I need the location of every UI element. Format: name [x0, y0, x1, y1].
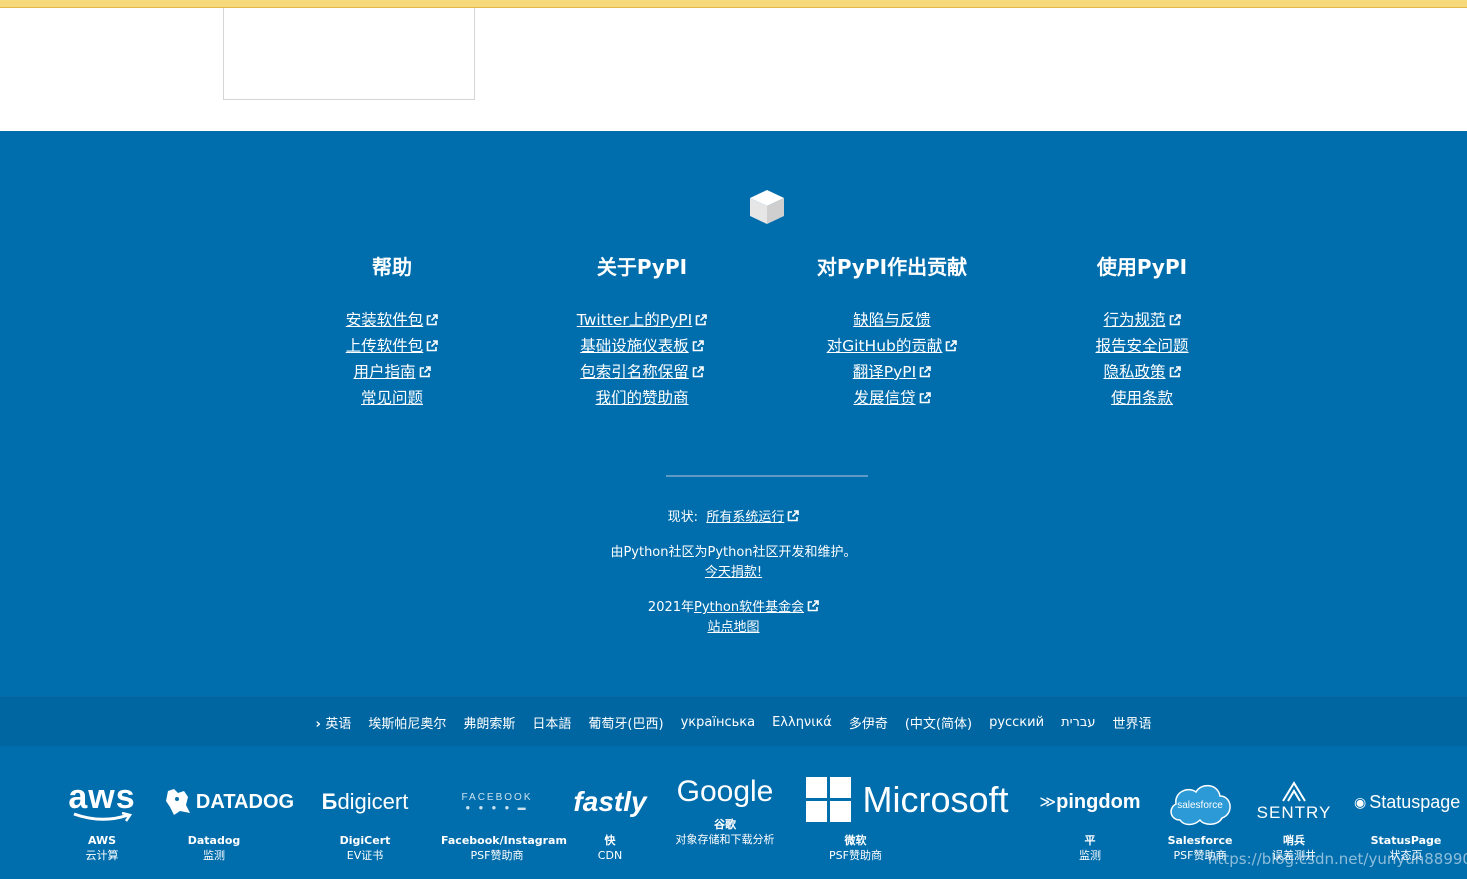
- link-user-guide[interactable]: 用户指南: [267, 359, 517, 385]
- language-option[interactable]: (中文(简体): [905, 713, 972, 732]
- external-link-icon: [426, 314, 439, 326]
- language-option[interactable]: עברית: [1061, 715, 1095, 730]
- footer-column-contributing: 对PyPI作出贡献 缺陷与反馈 对GitHub的贡献 翻译PyPI 发展信贷: [767, 251, 1017, 411]
- microsoft-logo: Microsoft: [800, 772, 1015, 828]
- column-heading: 关于PyPI: [596, 255, 688, 279]
- link-contribute-github[interactable]: 对GitHub的贡献: [767, 333, 1017, 359]
- language-option[interactable]: 葡萄牙(巴西): [588, 713, 663, 732]
- donate-link[interactable]: 今天捐款!: [705, 565, 762, 580]
- salesforce-cloud-icon: salesforce: [1170, 784, 1231, 826]
- language-option[interactable]: 世界语: [1113, 713, 1152, 732]
- salesforce-cloud-label: salesforce: [1177, 800, 1223, 811]
- external-link-icon: [1169, 366, 1181, 378]
- external-link-icon: [1169, 314, 1181, 326]
- external-link-icon: [426, 340, 439, 352]
- digicert-logo: Ƃ digicert: [321, 789, 409, 814]
- external-link-icon: [919, 366, 932, 378]
- external-link-icon: [788, 510, 800, 522]
- column-heading: 帮助: [372, 255, 412, 279]
- language-option[interactable]: 弗朗索斯: [463, 713, 515, 732]
- language-option[interactable]: русский: [989, 715, 1044, 730]
- link-privacy-policy[interactable]: 隐私政策: [1017, 359, 1267, 385]
- link-report-security-issue[interactable]: 报告安全问题: [1017, 333, 1267, 359]
- language-option[interactable]: українська: [681, 715, 756, 730]
- link-package-name-retention[interactable]: 包索引名称保留: [517, 359, 767, 385]
- column-heading: 对PyPI作出贡献: [816, 255, 968, 279]
- sitemap-link[interactable]: 站点地图: [707, 620, 759, 635]
- link-terms-of-use[interactable]: 使用条款: [1017, 385, 1267, 411]
- statuspage-logo: ◉ Statuspage: [1354, 791, 1461, 812]
- external-link-icon: [919, 392, 931, 404]
- pypi-logo-icon[interactable]: [748, 189, 786, 225]
- language-bar: › 英语 埃斯帕尼奥尔 弗朗索斯 日本語 葡萄牙(巴西) українська …: [0, 697, 1467, 747]
- link-translate-pypi[interactable]: 翻译PyPI: [767, 359, 1017, 385]
- external-link-icon: [807, 600, 819, 612]
- footer-column-using: 使用PyPI 行为规范 报告安全问题 隐私政策 使用条款: [1017, 251, 1267, 411]
- external-link-icon: [692, 366, 704, 378]
- link-code-of-conduct[interactable]: 行为规范: [1017, 307, 1267, 333]
- chevron-right-icon: ›: [315, 716, 326, 732]
- aws-smile-icon: [73, 812, 133, 822]
- link-bugs-feedback[interactable]: 缺陷与反馈: [767, 307, 1017, 333]
- footer-divider: [666, 475, 868, 477]
- footer-column-help: 帮助 安装软件包 上传软件包 用户指南 常见问题: [267, 251, 517, 411]
- dog-icon: [165, 789, 190, 815]
- link-upload-packages[interactable]: 上传软件包: [267, 333, 517, 359]
- external-link-icon: [695, 314, 707, 326]
- copyright-line: 2021年Python软件基金会: [0, 598, 1467, 618]
- facebook-logo: FACEBOOK ● ● ● ● ▬: [461, 792, 533, 812]
- sentry-icon: [1282, 781, 1306, 802]
- link-infrastructure-dashboard[interactable]: 基础设施仪表板: [517, 333, 767, 359]
- language-option[interactable]: › 英语: [315, 713, 351, 732]
- language-option[interactable]: Ελληνικά: [772, 715, 832, 730]
- link-our-sponsors[interactable]: 我们的赞助商: [517, 385, 767, 411]
- status-line: 现状: 所有系统运行: [0, 508, 1467, 528]
- language-list: › 英语 埃斯帕尼奥尔 弗朗索斯 日本語 葡萄牙(巴西) українська …: [0, 698, 1467, 746]
- digicert-mark-icon: Ƃ: [321, 789, 338, 814]
- watermark-url: https://blog.csdn.net/yunyun889901: [1208, 850, 1467, 868]
- pingdom-wing-icon: ≫: [1039, 794, 1057, 811]
- site-footer: 帮助 安装软件包 上传软件包 用户指南 常见问题 关于PyPI Twitter上…: [0, 131, 1467, 697]
- link-install-packages[interactable]: 安装软件包: [267, 307, 517, 333]
- pingdom-logo: ≫ pingdom: [1039, 790, 1141, 813]
- aws-logo: aws: [52, 774, 152, 830]
- language-option[interactable]: 日本語: [532, 713, 571, 732]
- link-development-credits[interactable]: 发展信贷: [767, 385, 1017, 411]
- google-logo: Google: [676, 775, 774, 808]
- salesforce-logo: salesforce: [1160, 776, 1240, 832]
- sitemap-line: 站点地图: [0, 618, 1467, 638]
- page-content-area: [0, 8, 1467, 131]
- external-link-icon: [692, 340, 704, 352]
- datadog-logo: DATADOG: [159, 774, 299, 830]
- top-notification-bar: [0, 0, 1467, 8]
- link-pypi-twitter[interactable]: Twitter上的PyPI: [517, 307, 767, 333]
- status-link[interactable]: 所有系统运行: [706, 510, 800, 525]
- fastly-logo: fastly: [573, 786, 647, 817]
- maintained-by-text: 由Python社区为Python社区开发和维护。: [610, 545, 857, 560]
- column-heading: 使用PyPI: [1096, 255, 1188, 279]
- wifi-icon: ◉: [1354, 793, 1367, 810]
- sentry-logo: SENTRY: [1254, 774, 1334, 830]
- footer-column-about: 关于PyPI Twitter上的PyPI 基础设施仪表板 包索引名称保留 我们的…: [517, 251, 767, 411]
- language-option[interactable]: 埃斯帕尼奥尔: [368, 713, 446, 732]
- external-link-icon: [946, 340, 958, 352]
- psf-link[interactable]: Python软件基金会: [694, 600, 819, 615]
- donate-line: 今天捐款!: [0, 563, 1467, 583]
- external-link-icon: [419, 366, 431, 378]
- social-icons: ● ● ● ● ▬: [465, 803, 529, 812]
- language-option[interactable]: 多伊奇: [849, 713, 888, 732]
- content-card: [223, 8, 475, 100]
- windows-icon: [806, 777, 852, 822]
- link-faq[interactable]: 常见问题: [267, 385, 517, 411]
